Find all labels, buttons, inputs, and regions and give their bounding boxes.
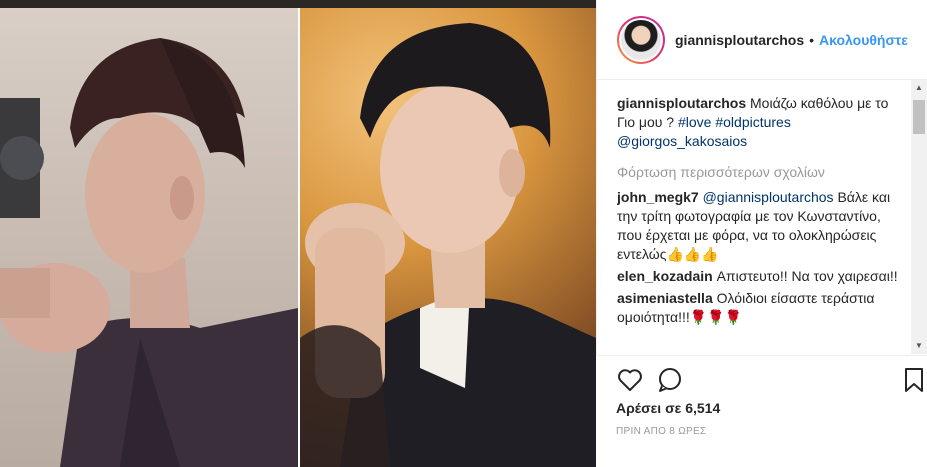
left-photo-illustration [0,38,298,467]
comment-username[interactable]: john_megk7 [617,189,699,205]
header-username[interactable]: giannisploutarchos [675,32,804,48]
hashtag-oldpictures[interactable]: #oldpictures [715,114,791,130]
right-photo-illustration [300,23,596,467]
caption-username[interactable]: giannisploutarchos [617,95,746,111]
arrow-up-icon[interactable]: ▲ [911,80,927,96]
action-icons-row [616,366,923,394]
comment-item: asimeniastella Ολόιδιοι είσαστε τεράστια… [617,289,907,327]
comments-scrollbar[interactable]: ▲ ▼ [911,80,927,354]
comment-mention[interactable]: @giannisploutarchos [703,189,834,205]
comment-text: Απιστευτο!! Να τον χαιρεσαι!! [716,268,898,284]
caption-mention[interactable]: @giorgos_kakosaios [617,133,747,149]
bookmark-icon[interactable] [900,366,927,394]
arrow-down-icon[interactable]: ▼ [911,338,927,354]
comment-bubble-icon[interactable] [656,366,684,394]
hashtag-love[interactable]: #love [678,114,711,130]
avatar[interactable] [617,15,665,64]
header-separator: • [809,31,815,48]
scrollbar-thumb[interactable] [913,100,925,134]
post-header: giannisploutarchos • Ακολουθήστε [597,0,927,80]
comments-list: giannisploutarchos Μοιάζω καθόλου με το … [617,94,907,356]
comment-item: john_megk7 @giannisploutarchos Βάλε και … [617,188,907,264]
avatar-image [621,19,661,60]
avatar-border [619,17,663,62]
comment-item: elen_kozadain Απιστευτο!! Να τον χαιρεσα… [617,267,907,286]
photo-top-strip [0,0,596,8]
comment-username[interactable]: elen_kozadain [617,268,713,284]
photo-right-new-picture [300,8,596,467]
likes-count[interactable]: Αρέσει σε 6,514 [616,400,720,416]
post-actions: Αρέσει σε 6,514 ΠΡΙΝ ΑΠΟ 8 ΩΡΕΣ [596,355,927,467]
heart-icon[interactable] [616,366,644,394]
comment-username[interactable]: asimeniastella [617,290,713,306]
caption: giannisploutarchos Μοιάζω καθόλου με το … [617,94,907,151]
follow-button[interactable]: Ακολουθήστε [819,32,908,48]
load-more-comments-button[interactable]: Φόρτωση περισσότερων σχολίων [617,163,907,182]
photo-left-old-picture [0,8,298,467]
post-timestamp: ΠΡΙΝ ΑΠΟ 8 ΩΡΕΣ [616,426,707,437]
post-photo[interactable] [0,0,596,467]
